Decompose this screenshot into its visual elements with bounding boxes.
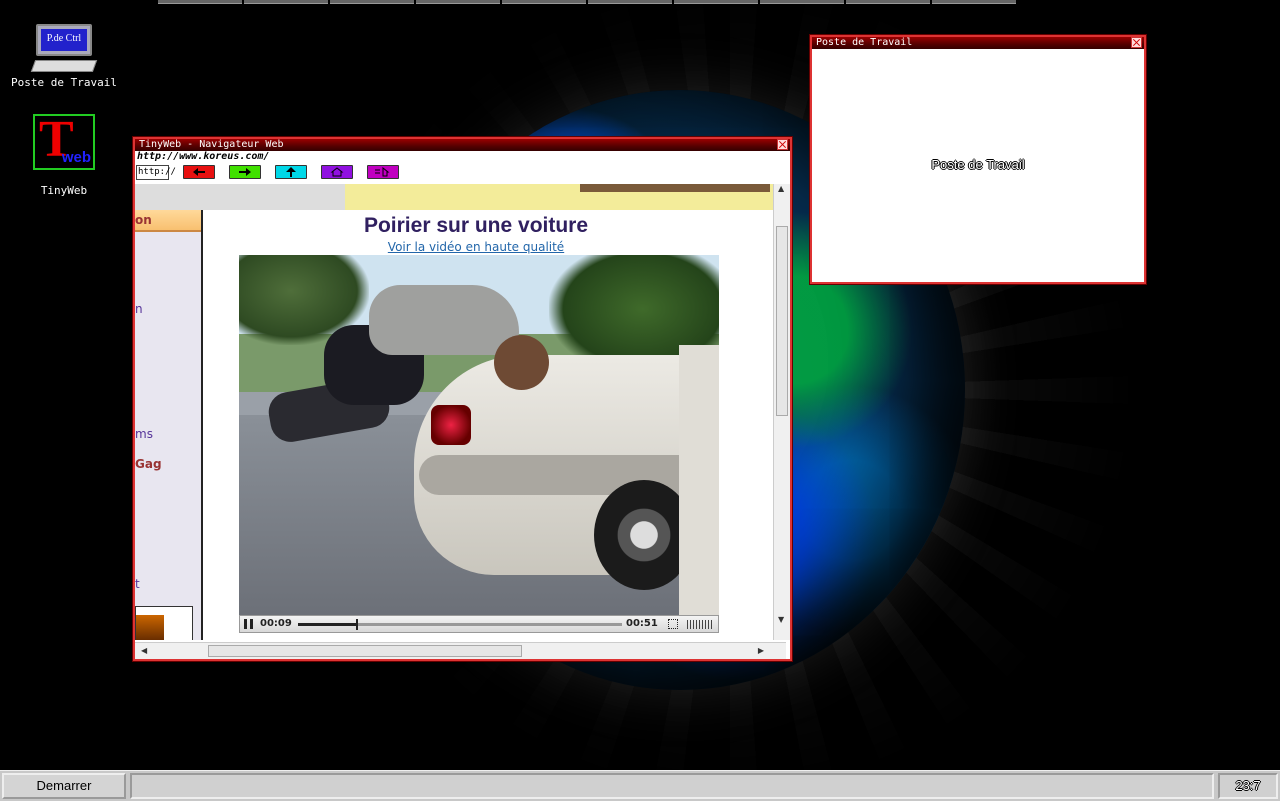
video-person-head — [494, 335, 549, 390]
scroll-down-icon[interactable]: ▼ — [778, 615, 784, 624]
banner-strip — [580, 184, 770, 192]
volume-icon[interactable] — [687, 620, 713, 629]
browser-toolbar: http:// — [135, 163, 790, 181]
video-frame[interactable] — [239, 255, 719, 615]
computer-screen-text: P.de Ctrl — [41, 29, 87, 51]
info-window-body: Poste de Travail — [812, 49, 1144, 280]
close-icon[interactable] — [1131, 37, 1142, 48]
fullscreen-icon[interactable] — [668, 619, 678, 629]
clock: 23:7 — [1218, 773, 1278, 799]
sidebar-link[interactable]: ms — [135, 427, 153, 441]
url-display: http://www.koreus.com/ — [137, 151, 270, 162]
home-button[interactable] — [321, 165, 353, 179]
scroll-right-icon[interactable]: ▶ — [758, 646, 764, 655]
forward-button[interactable] — [229, 165, 261, 179]
taskbar: Demarrer 23:7 — [0, 770, 1280, 801]
pause-icon[interactable] — [244, 619, 253, 629]
top-stub — [846, 0, 930, 4]
seek-knob[interactable] — [356, 619, 359, 630]
sidebar-thumbnail[interactable] — [135, 606, 193, 640]
tinyweb-logo-text: web — [61, 149, 91, 166]
top-stub — [760, 0, 844, 4]
hq-video-link[interactable]: Voir la vidéo en haute qualité — [201, 240, 751, 254]
keyboard-icon — [30, 60, 98, 72]
desktop-icon-label: Poste de Travail — [11, 76, 117, 89]
sidebar-link[interactable]: n — [135, 302, 143, 316]
tinyweb-logo-icon: T web — [33, 112, 95, 170]
sidebar-link[interactable]: t — [135, 577, 140, 591]
info-window-title: Poste de Travail — [816, 37, 913, 48]
page-viewport[interactable]: on n ms Gag t Poirier sur une voiture Vo… — [135, 184, 786, 640]
up-button[interactable] — [275, 165, 307, 179]
browser-window[interactable]: TinyWeb - Navigateur Web http://www.kore… — [133, 137, 792, 661]
top-stub — [244, 0, 328, 4]
seek-bar[interactable] — [298, 619, 622, 630]
video-car-bumper — [419, 455, 719, 495]
browser-title: TinyWeb - Navigateur Web — [139, 139, 284, 150]
desktop-icon-tinyweb[interactable]: T web TinyWeb — [24, 112, 104, 197]
poste-de-travail-window[interactable]: Poste de Travail Poste de Travail — [810, 35, 1146, 284]
close-icon[interactable] — [777, 139, 788, 150]
top-bar-stubs — [158, 0, 1016, 4]
top-stub — [588, 0, 672, 4]
horizontal-scrollbar[interactable]: ◀ ▶ — [135, 642, 786, 659]
seek-bar-fill — [298, 623, 357, 626]
info-window-text: Poste de Travail — [931, 157, 1025, 172]
arrow-right-icon — [239, 168, 251, 176]
arrow-up-icon — [286, 167, 296, 177]
top-stub — [416, 0, 500, 4]
video-controls: 00:09 00:51 — [239, 615, 719, 633]
home-icon — [330, 167, 344, 177]
arrow-left-icon — [193, 168, 205, 176]
top-stub — [502, 0, 586, 4]
task-list[interactable] — [130, 773, 1214, 799]
horizontal-scroll-thumb[interactable] — [208, 645, 522, 657]
scroll-left-icon[interactable]: ◀ — [141, 646, 147, 655]
video-person-shirt — [369, 285, 519, 355]
sidebar-header[interactable]: on — [135, 210, 201, 232]
site-sidebar: on n ms Gag t — [135, 210, 203, 640]
top-stub — [932, 0, 1016, 4]
address-input[interactable]: http:// — [136, 164, 176, 180]
desktop-icon-poste-de-travail[interactable]: P.de Ctrl Poste de Travail — [10, 24, 118, 89]
favorites-icon — [375, 167, 390, 177]
scroll-up-icon[interactable]: ▲ — [778, 184, 784, 193]
top-stub — [158, 0, 242, 4]
sidebar-link[interactable]: Gag — [135, 457, 162, 471]
computer-icon: P.de Ctrl — [36, 24, 92, 56]
info-titlebar[interactable]: Poste de Travail — [812, 37, 1144, 49]
video-title: Poirier sur une voiture — [363, 214, 589, 237]
video-wall — [679, 345, 719, 615]
vertical-scrollbar[interactable]: ▲ ▼ — [773, 184, 790, 640]
duration: 00:51 — [626, 618, 658, 629]
back-button[interactable] — [183, 165, 215, 179]
top-stub — [330, 0, 414, 4]
vertical-scroll-thumb[interactable] — [776, 226, 788, 416]
top-stub — [674, 0, 758, 4]
site-banner — [135, 184, 786, 210]
browser-titlebar[interactable]: TinyWeb - Navigateur Web — [135, 139, 790, 151]
start-button[interactable]: Demarrer — [2, 773, 126, 799]
favorites-button[interactable] — [367, 165, 399, 179]
desktop-icon-label: TinyWeb — [40, 184, 88, 197]
video-person — [265, 285, 549, 446]
current-time: 00:09 — [260, 618, 292, 629]
